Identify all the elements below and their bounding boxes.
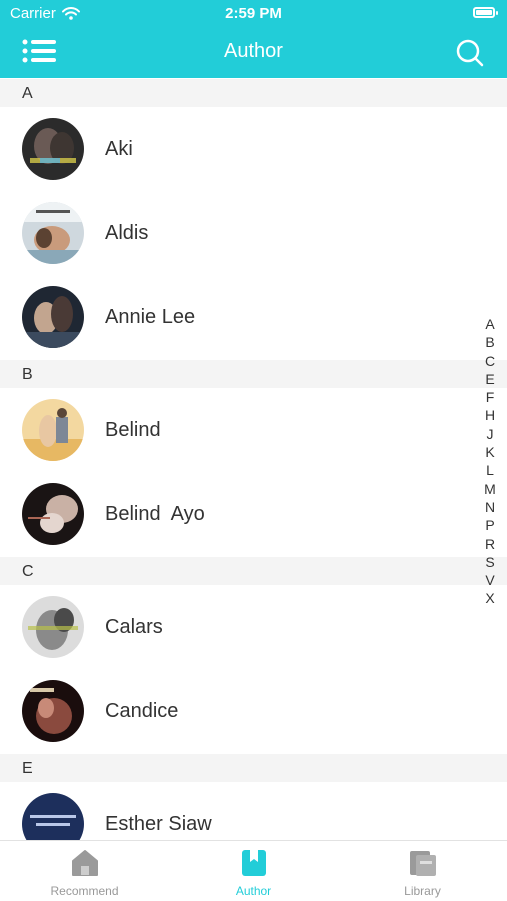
index-letter[interactable]: B	[485, 333, 494, 351]
section-letter: B	[22, 366, 33, 383]
author-row-belind-ayo[interactable]: Belind Ayo	[0, 472, 480, 556]
index-letter[interactable]: R	[485, 535, 495, 553]
index-letter[interactable]: E	[485, 370, 494, 388]
tab-bar: Recommend Author Library	[0, 840, 507, 901]
index-letter[interactable]: L	[486, 461, 494, 479]
section-header-c: C	[0, 557, 507, 585]
author-row-annie-lee[interactable]: Annie Lee	[0, 275, 480, 359]
index-letter[interactable]: H	[485, 406, 495, 424]
index-letter[interactable]: C	[485, 352, 495, 370]
tab-author[interactable]: Author	[169, 841, 338, 901]
author-row-belind[interactable]: Belind	[0, 388, 480, 472]
author-name: Belind Ayo	[105, 503, 205, 525]
library-icon	[410, 851, 436, 876]
author-avatar	[22, 286, 84, 348]
status-time: 2:59 PM	[225, 5, 282, 22]
section-letter: A	[22, 85, 33, 102]
section-letter: C	[22, 563, 34, 580]
tab-recommend[interactable]: Recommend	[0, 841, 169, 901]
section-header-b: B	[0, 360, 507, 388]
author-avatar	[22, 680, 84, 742]
section-letter: E	[22, 760, 33, 777]
index-letter[interactable]: M	[484, 480, 496, 498]
author-avatar	[22, 793, 84, 840]
index-letter[interactable]: V	[485, 571, 494, 589]
search-button[interactable]	[455, 38, 485, 68]
index-letter[interactable]: P	[485, 516, 494, 534]
author-name: Aki	[105, 138, 133, 160]
author-name: Esther Siaw	[105, 813, 212, 835]
author-name: Calars	[105, 616, 163, 638]
home-icon	[72, 850, 98, 876]
author-row-aldis[interactable]: Aldis	[0, 191, 480, 275]
author-name: Belind	[105, 419, 161, 441]
author-avatar	[22, 202, 84, 264]
page-title: Author	[224, 40, 283, 62]
section-header-e: E	[0, 754, 507, 782]
index-letter[interactable]: A	[485, 315, 494, 333]
section-header-a: A	[0, 79, 507, 107]
index-letter[interactable]: N	[485, 498, 495, 516]
author-row-esther-siaw[interactable]: Esther Siaw	[0, 782, 480, 840]
index-letter[interactable]: F	[486, 388, 495, 406]
nav-bar: Author	[0, 28, 507, 78]
search-icon	[456, 39, 484, 67]
author-name: Annie Lee	[105, 306, 196, 328]
author-name: Candice	[105, 700, 179, 722]
tab-library[interactable]: Library	[338, 841, 507, 901]
index-letter[interactable]: S	[485, 553, 494, 571]
tab-label: Library	[404, 884, 441, 898]
index-letter[interactable]: K	[485, 443, 494, 461]
status-bar: Carrier 2:59 PM	[0, 0, 507, 28]
author-row-aki[interactable]: Aki	[0, 107, 480, 191]
author-avatar	[22, 596, 84, 658]
author-row-calars[interactable]: Calars	[0, 585, 480, 669]
author-name: Aldis	[105, 222, 149, 244]
index-letter[interactable]: J	[487, 425, 494, 443]
index-letter[interactable]: X	[485, 589, 494, 607]
tab-label: Recommend	[50, 884, 119, 898]
tab-label: Author	[235, 884, 272, 898]
author-avatar	[22, 399, 84, 461]
author-avatar	[22, 118, 84, 180]
bookmark-book-icon	[242, 850, 266, 876]
battery-icon	[473, 7, 498, 18]
author-avatar	[22, 483, 84, 545]
alphabet-index[interactable]: A B C E F H J K L M N P R S V X	[483, 315, 497, 608]
author-row-candice[interactable]: Candice	[0, 669, 480, 753]
